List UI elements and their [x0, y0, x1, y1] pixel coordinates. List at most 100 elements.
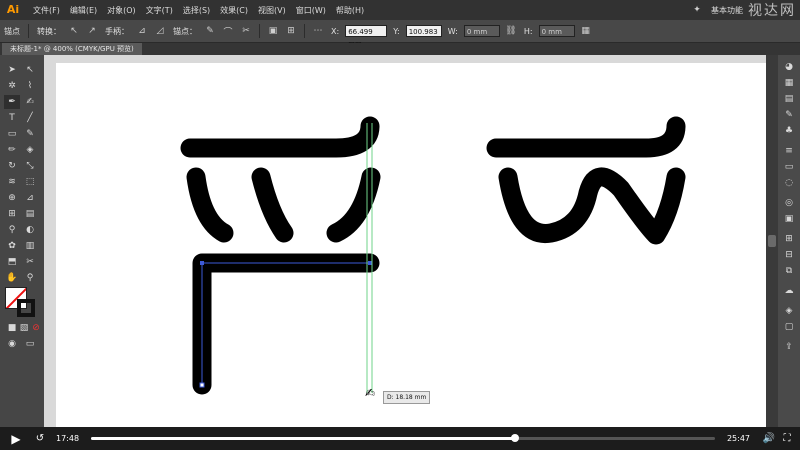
transparency-panel-icon[interactable]: ◌	[782, 177, 796, 189]
screen-mode-icon[interactable]: ▭	[22, 337, 38, 351]
convert-smooth-icon[interactable]: ↗	[85, 24, 99, 38]
align-panel-icon[interactable]: ⊟	[782, 249, 796, 261]
link-icon[interactable]: ⛓	[504, 24, 518, 38]
symbol-sprayer-tool-icon[interactable]: ✿	[4, 239, 20, 253]
stroke-panel-icon[interactable]: ≡	[782, 145, 796, 157]
appearance-panel-icon[interactable]: ◎	[782, 197, 796, 209]
progress-bar[interactable]	[91, 434, 715, 442]
left-glyph-selected-path[interactable]	[192, 253, 380, 395]
show-handles-icon[interactable]: ⊿	[135, 24, 149, 38]
scale-tool-icon[interactable]: ⤡	[22, 159, 38, 173]
left-glyph-right-leg[interactable]	[326, 167, 381, 243]
workspace-switcher[interactable]: 基本功能	[711, 5, 743, 16]
gradient-panel-icon[interactable]: ▭	[782, 161, 796, 173]
cc-libraries-icon[interactable]: ☁	[782, 285, 796, 297]
x-field[interactable]: 66.499 mm	[345, 25, 388, 48]
scrollbar-thumb[interactable]	[768, 235, 776, 247]
isolate-icon[interactable]: ▣	[266, 24, 280, 38]
menu-effect[interactable]: 效果(C)	[215, 5, 253, 16]
shape-builder-tool-icon[interactable]: ⊕	[4, 191, 20, 205]
line-tool-icon[interactable]: ╱	[22, 111, 38, 125]
menu-help[interactable]: 帮助(H)	[331, 5, 369, 16]
paintbrush-tool-icon[interactable]: ✎	[22, 127, 38, 141]
hand-tool-icon[interactable]: ✋	[4, 271, 20, 285]
swatches-panel-icon[interactable]: ▤	[782, 93, 796, 105]
pencil-tool-icon[interactable]: ✏	[4, 143, 20, 157]
brushes-panel-icon[interactable]: ✎	[782, 109, 796, 121]
separator	[304, 24, 305, 38]
color-guide-icon[interactable]: ▦	[782, 77, 796, 89]
h-field[interactable]: 0 mm	[538, 25, 575, 37]
lasso-tool-icon[interactable]: ⌇	[22, 79, 38, 93]
workspace-icon[interactable]: ✦	[690, 3, 704, 17]
transform-panel-icon[interactable]: ⊞	[782, 233, 796, 245]
w-field[interactable]: 0 mm	[463, 25, 500, 37]
right-glyph-wave-stroke[interactable]	[498, 167, 686, 245]
draw-mode-icon[interactable]: ◉	[4, 337, 20, 351]
handles-label: 手柄：	[105, 26, 129, 36]
menu-window[interactable]: 窗口(W)	[291, 5, 331, 16]
remove-anchor-icon[interactable]: ✎	[203, 24, 217, 38]
reference-point-icon[interactable]: ⋯	[311, 24, 325, 38]
left-glyph-top-stroke[interactable]	[180, 116, 380, 158]
menu-object[interactable]: 对象(O)	[102, 5, 141, 16]
slice-tool-icon[interactable]: ✂	[22, 255, 38, 269]
hide-handles-icon[interactable]: ◿	[153, 24, 167, 38]
selection-tool-icon[interactable]: ➤	[4, 63, 20, 77]
curvature-tool-icon[interactable]: ✍	[22, 95, 38, 109]
distance-readout: D: 18.18 mm	[383, 391, 431, 404]
stroke-swatch[interactable]	[17, 299, 35, 317]
transform-icon[interactable]: ▦	[579, 24, 593, 38]
menu-edit[interactable]: 编辑(E)	[65, 5, 102, 16]
volume-icon[interactable]: 🔊	[762, 432, 776, 446]
convert-corner-icon[interactable]: ↖	[67, 24, 81, 38]
document-tab[interactable]: 未标题-1* @ 400% (CMYK/GPU 预览)	[2, 43, 142, 55]
magic-wand-tool-icon[interactable]: ✲	[4, 79, 20, 93]
connect-anchor-icon[interactable]: ⌒	[221, 24, 235, 38]
eyedropper-tool-icon[interactable]: ⚲	[4, 223, 20, 237]
anchor-point[interactable]	[368, 261, 372, 265]
align-icon[interactable]: ⊞	[284, 24, 298, 38]
graphic-styles-icon[interactable]: ▣	[782, 213, 796, 225]
artboard-tool-icon[interactable]: ⬒	[4, 255, 20, 269]
artboards-panel-icon[interactable]: ▢	[782, 321, 796, 333]
vertical-scrollbar[interactable]	[766, 55, 778, 427]
anchor-point[interactable]	[199, 382, 205, 388]
fullscreen-icon[interactable]: ⛶	[780, 432, 794, 446]
perspective-grid-tool-icon[interactable]: ⊿	[22, 191, 38, 205]
pathfinder-panel-icon[interactable]: ⧉	[782, 265, 796, 277]
layers-panel-icon[interactable]: ◈	[782, 305, 796, 317]
left-glyph-left-leg[interactable]	[186, 167, 234, 243]
gradient-tool-icon[interactable]: ▤	[22, 207, 38, 221]
rotate-tool-icon[interactable]: ↻	[4, 159, 20, 173]
right-glyph-top-stroke[interactable]	[486, 116, 686, 158]
y-field[interactable]: 100.983	[405, 25, 442, 37]
replay-10-icon[interactable]: ↺	[32, 431, 48, 447]
free-transform-tool-icon[interactable]: ⬚	[22, 175, 38, 189]
tools-panel: ➤ ↖ ✲ ⌇ ✒ ✍ T ╱ ▭ ✎ ✏ ◈ ↻ ⤡ ≋ ⬚ ⊕ ⊿ ⊞ ▤ …	[0, 55, 44, 427]
anchor-point[interactable]	[200, 261, 204, 265]
eraser-tool-icon[interactable]: ◈	[22, 143, 38, 157]
pen-tool-icon[interactable]: ✒	[4, 95, 20, 109]
cut-path-icon[interactable]: ✂	[239, 24, 253, 38]
none-mode-icon[interactable]: ⊘	[28, 321, 44, 335]
direct-selection-tool-icon[interactable]: ↖	[22, 63, 38, 77]
rectangle-tool-icon[interactable]: ▭	[4, 127, 20, 141]
menu-select[interactable]: 选择(S)	[178, 5, 215, 16]
menu-view[interactable]: 视图(V)	[253, 5, 291, 16]
width-tool-icon[interactable]: ≋	[4, 175, 20, 189]
play-icon[interactable]: ▶	[8, 431, 24, 447]
progress-knob[interactable]	[511, 434, 520, 442]
symbols-panel-icon[interactable]: ♣	[782, 125, 796, 137]
zoom-tool-icon[interactable]: ⚲	[22, 271, 38, 285]
menu-type[interactable]: 文字(T)	[141, 5, 178, 16]
mesh-tool-icon[interactable]: ⊞	[4, 207, 20, 221]
type-tool-icon[interactable]: T	[4, 111, 20, 125]
blend-tool-icon[interactable]: ◐	[22, 223, 38, 237]
left-glyph-mid-leg[interactable]	[251, 167, 294, 243]
color-panel-icon[interactable]: ◕	[782, 61, 796, 73]
artboard-canvas[interactable]	[56, 63, 766, 427]
menu-file[interactable]: 文件(F)	[28, 5, 65, 16]
asset-export-icon[interactable]: ⇪	[782, 341, 796, 353]
graph-tool-icon[interactable]: ▥	[22, 239, 38, 253]
